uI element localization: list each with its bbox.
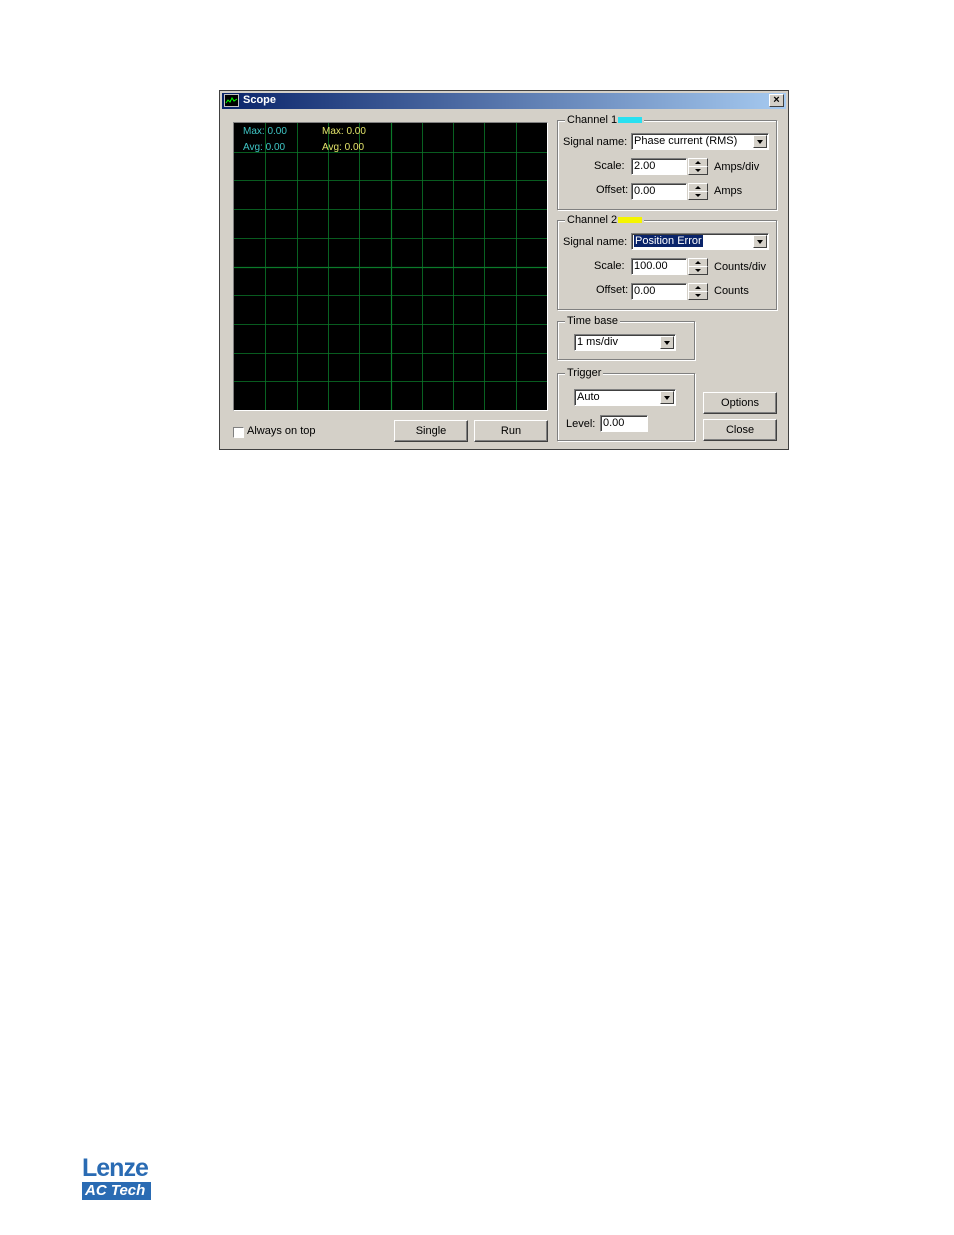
channel1-scale-value: 2.00 <box>634 160 656 172</box>
ch2-avg-label: Avg: <box>322 142 342 153</box>
ch2-max-value: 0.00 <box>346 126 366 137</box>
title-bar[interactable]: Scope × <box>222 93 786 109</box>
channel2-offset-value: 0.00 <box>634 285 656 297</box>
spin-down-icon[interactable] <box>688 266 708 275</box>
timebase-value: 1 ms/div <box>577 336 618 348</box>
channel1-signal-select[interactable]: Phase current (RMS) <box>631 133 769 150</box>
run-button[interactable]: Run <box>474 420 548 442</box>
channel2-scale-unit: Counts/div <box>714 261 766 273</box>
timebase-select[interactable]: 1 ms/div <box>574 334 676 351</box>
trigger-title: Trigger <box>565 367 604 379</box>
dropdown-arrow-icon[interactable] <box>753 135 767 148</box>
dropdown-arrow-icon[interactable] <box>660 391 674 404</box>
trigger-level-field[interactable]: 0.00 <box>600 415 648 432</box>
channel1-scale-label: Scale: <box>594 160 625 172</box>
channel2-scale-field[interactable]: 100.00 <box>631 258 687 275</box>
channel2-offset-spinner[interactable] <box>688 283 708 300</box>
ch1-avg-value: 0.00 <box>265 142 286 153</box>
ch2-max-readout: Max: 0.00 <box>322 126 366 137</box>
channel2-offset-unit: Counts <box>714 285 749 297</box>
spin-down-icon[interactable] <box>688 166 708 175</box>
scope-display: Max: 0.00 Avg: 0.00 Max: 0.00 Avg: 0.00 <box>233 122 548 411</box>
dropdown-arrow-icon[interactable] <box>753 235 767 248</box>
logo-brand-bottom: AC Tech <box>82 1182 151 1200</box>
single-button[interactable]: Single <box>394 420 468 442</box>
channel2-scale-label: Scale: <box>594 260 625 272</box>
always-on-top-checkbox[interactable] <box>233 427 244 438</box>
channel2-signal-label: Signal name: <box>563 236 628 248</box>
channel1-offset-unit: Amps <box>714 185 743 197</box>
channel1-offset-spinner[interactable] <box>688 183 708 200</box>
ch1-max-readout: Max: 0.00 <box>243 126 287 137</box>
channel1-title: Channel 1 <box>565 114 645 126</box>
scope-grid <box>234 123 547 410</box>
lenze-logo: Lenze AC Tech <box>82 1156 151 1200</box>
trigger-mode-value: Auto <box>577 391 600 403</box>
channel1-color-swatch <box>618 117 643 124</box>
scope-window: Scope × Max: 0.00 Avg: 0.00 Max: 0.00 Av… <box>219 90 789 450</box>
dropdown-arrow-icon[interactable] <box>660 336 674 349</box>
channel2-title-text: Channel 2 <box>567 214 618 226</box>
channel1-scale-field[interactable]: 2.00 <box>631 158 687 175</box>
channel2-group: Channel 2 Signal name: Position Error Sc… <box>557 214 777 310</box>
ch1-avg-readout: Avg: 0.00 <box>243 142 285 153</box>
trigger-level-value: 0.00 <box>603 417 625 429</box>
channel2-title: Channel 2 <box>565 214 645 226</box>
logo-brand-top: Lenze <box>82 1154 149 1182</box>
channel1-scale-spinner[interactable] <box>688 158 708 175</box>
window-title: Scope <box>243 94 277 106</box>
channel1-signal-label: Signal name: <box>563 136 628 148</box>
spin-down-icon[interactable] <box>688 191 708 200</box>
channel1-offset-value: 0.00 <box>634 185 656 197</box>
trigger-group: Trigger Auto Level: 0.00 <box>557 367 695 441</box>
scope-app-icon <box>224 94 239 107</box>
ch1-max-label: Max: <box>243 126 265 137</box>
spin-down-icon[interactable] <box>688 291 708 300</box>
trigger-mode-select[interactable]: Auto <box>574 389 676 406</box>
channel1-group: Channel 1 Signal name: Phase current (RM… <box>557 114 777 210</box>
channel1-title-text: Channel 1 <box>567 114 618 126</box>
channel2-scale-spinner[interactable] <box>688 258 708 275</box>
channel1-offset-label: Offset: <box>596 184 629 196</box>
channel2-signal-value: Position Error <box>634 235 703 247</box>
ch2-max-label: Max: <box>322 126 344 137</box>
channel1-offset-field[interactable]: 0.00 <box>631 183 687 200</box>
channel2-scale-value: 100.00 <box>634 260 668 272</box>
ch2-avg-value: 0.00 <box>344 142 365 153</box>
timebase-title: Time base <box>565 315 620 327</box>
ch1-max-value: 0.00 <box>267 126 287 137</box>
close-icon[interactable]: × <box>769 94 784 107</box>
trigger-level-label: Level: <box>566 418 596 430</box>
channel2-offset-label: Offset: <box>596 284 629 296</box>
channel2-offset-field[interactable]: 0.00 <box>631 283 687 300</box>
channel1-signal-value: Phase current (RMS) <box>634 135 738 147</box>
always-on-top-label[interactable]: Always on top <box>247 425 315 437</box>
channel1-scale-unit: Amps/div <box>714 161 760 173</box>
ch1-avg-label: Avg: <box>243 142 263 153</box>
timebase-group: Time base 1 ms/div <box>557 315 695 360</box>
options-button[interactable]: Options <box>703 392 777 414</box>
ch2-avg-readout: Avg: 0.00 <box>322 142 364 153</box>
channel2-signal-select[interactable]: Position Error <box>631 233 769 250</box>
channel2-color-swatch <box>618 217 643 224</box>
close-button[interactable]: Close <box>703 419 777 441</box>
